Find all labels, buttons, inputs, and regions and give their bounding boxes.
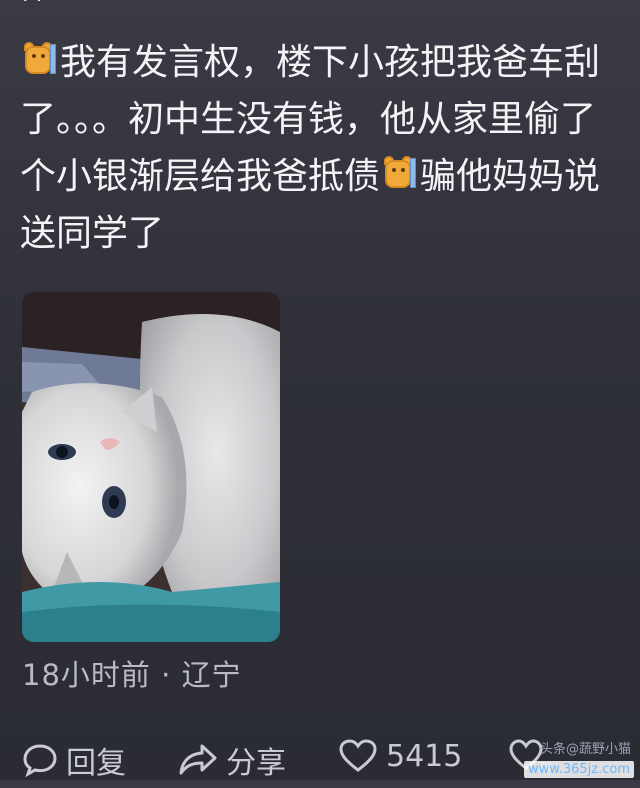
reply-label: 回复 — [66, 746, 126, 781]
more-dots-icon[interactable]: ··· — [598, 0, 622, 11]
share-label: 分享 — [226, 746, 286, 781]
post-text: 我有发言权，楼下小孩把我爸车刮了。。。初中生没有钱，他从家里偷了个小银渐层给我爸… — [20, 34, 630, 262]
heart-icon — [339, 739, 377, 772]
post-header: ?? ··· — [0, 0, 640, 11]
comment-icon — [23, 744, 57, 778]
like-count: 5415 — [386, 738, 463, 774]
cat-photo[interactable] — [22, 292, 280, 642]
share-icon — [179, 744, 217, 775]
share-button[interactable]: 分享 — [178, 738, 286, 782]
cat-emoji-icon — [22, 40, 56, 80]
post-time: 18小时前 — [22, 658, 151, 692]
meta-separator: · — [161, 658, 172, 692]
username[interactable]: ?? — [20, 0, 47, 7]
post-meta: 18小时前 · 辽宁 — [22, 652, 242, 694]
like-button[interactable]: 5415 — [338, 738, 462, 774]
cat-emoji-icon — [382, 154, 417, 194]
post-location: 辽宁 — [181, 658, 242, 692]
reply-button[interactable]: 回复 — [22, 738, 126, 782]
site-watermark: www.365jz.com — [524, 761, 634, 778]
